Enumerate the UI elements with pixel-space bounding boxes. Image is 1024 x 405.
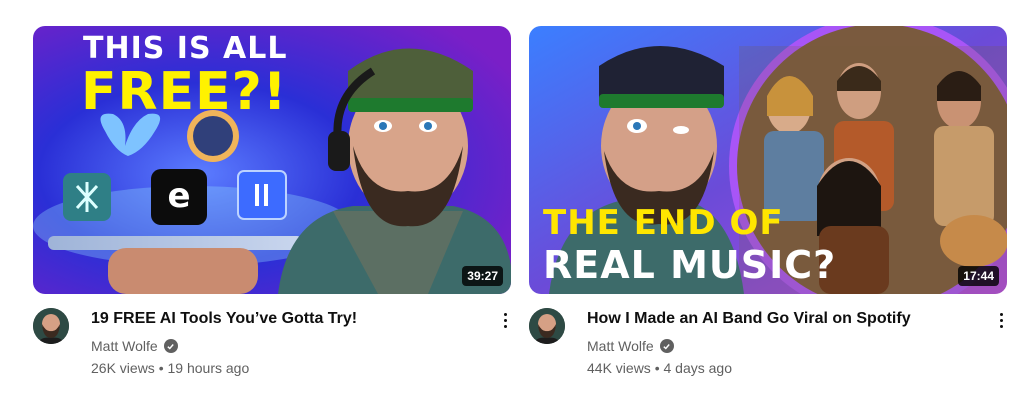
more-vert-icon[interactable] xyxy=(493,308,517,332)
stats-separator: • xyxy=(650,360,664,376)
more-vert-icon[interactable] xyxy=(989,308,1013,332)
channel-name: Matt Wolfe xyxy=(587,338,654,354)
video-stats: 26K views • 19 hours ago xyxy=(91,360,511,376)
video-title[interactable]: 19 FREE AI Tools You’ve Gotta Try! xyxy=(91,308,511,330)
duration-badge: 17:44 xyxy=(958,266,999,286)
upload-age: 19 hours ago xyxy=(167,360,250,376)
channel-avatar[interactable] xyxy=(33,308,69,344)
channel-name-row[interactable]: Matt Wolfe xyxy=(91,338,511,354)
channel-name: Matt Wolfe xyxy=(91,338,158,354)
stats-separator: • xyxy=(154,360,168,376)
video-title[interactable]: How I Made an AI Band Go Viral on Spotif… xyxy=(587,308,1007,330)
avatar-image xyxy=(529,308,565,344)
verified-check-icon xyxy=(163,339,178,353)
duration-badge: 39:27 xyxy=(462,266,503,286)
view-count: 44K views xyxy=(587,360,651,376)
video-card: e THIS IS ALL FREE?! 39:27 19 FREE AI To… xyxy=(33,26,511,376)
verified-check-icon xyxy=(659,339,674,353)
avatar-image xyxy=(33,308,69,344)
svg-text:e: e xyxy=(167,176,190,216)
video-card: THE END OF REAL MUSIC? 17:44 How I Made … xyxy=(529,26,1007,376)
channel-avatar[interactable] xyxy=(529,308,565,344)
thumbnail-headline-line2: REAL MUSIC? xyxy=(543,243,837,287)
channel-name-row[interactable]: Matt Wolfe xyxy=(587,338,1007,354)
video-grid: e THIS IS ALL FREE?! 39:27 19 FREE AI To… xyxy=(0,0,1024,405)
thumbnail-headline-line2: FREE?! xyxy=(81,62,288,122)
video-stats: 44K views • 4 days ago xyxy=(587,360,1007,376)
thumbnail-headline-line1: THE END OF xyxy=(543,203,784,243)
video-thumbnail[interactable]: e THIS IS ALL FREE?! 39:27 xyxy=(33,26,511,294)
video-details: How I Made an AI Band Go Viral on Spotif… xyxy=(529,308,1007,376)
thumbnail-headline-line1: THIS IS ALL xyxy=(83,31,288,66)
video-details: 19 FREE AI Tools You’ve Gotta Try! Matt … xyxy=(33,308,511,376)
upload-age: 4 days ago xyxy=(663,360,733,376)
video-thumbnail[interactable]: THE END OF REAL MUSIC? 17:44 xyxy=(529,26,1007,294)
view-count: 26K views xyxy=(91,360,155,376)
